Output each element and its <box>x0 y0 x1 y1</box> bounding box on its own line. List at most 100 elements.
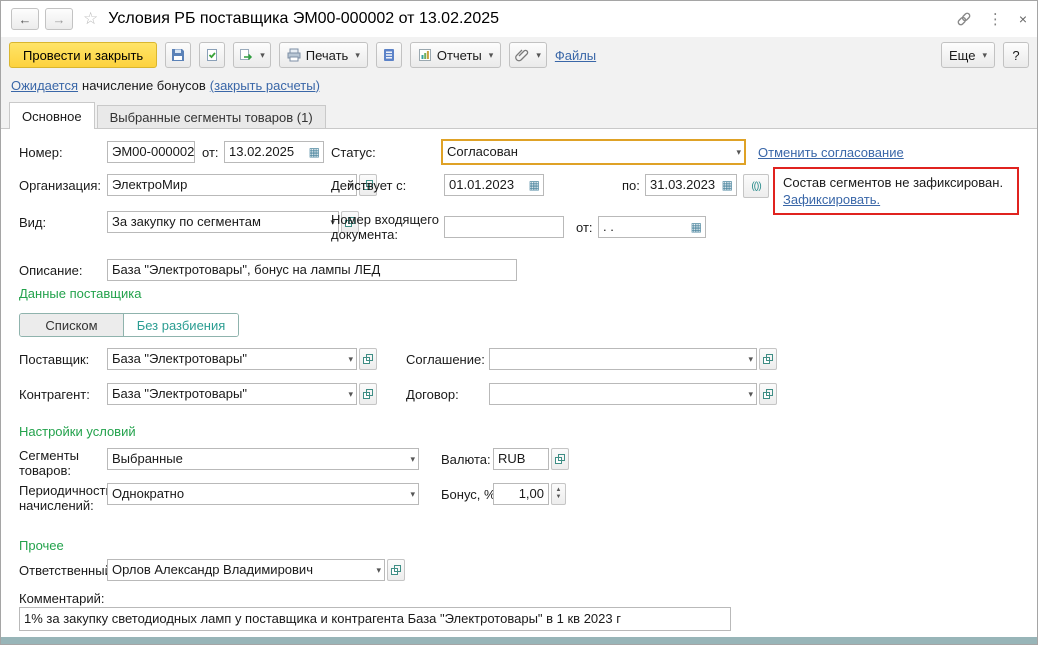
split-mode-toggle: Списком Без разбиения <box>19 313 239 337</box>
calendar-icon[interactable]: ▦ <box>529 175 540 195</box>
cancel-approval-link[interactable]: Отменить согласование <box>758 145 904 160</box>
incoming-number-input[interactable] <box>444 216 564 238</box>
calendar-icon[interactable]: ▦ <box>691 217 702 237</box>
spin-down-icon[interactable]: ▼ <box>556 494 562 501</box>
tab-selected-segments[interactable]: Выбранные сегменты товаров (1) <box>96 105 326 128</box>
post-button[interactable] <box>199 42 226 68</box>
chevron-down-icon[interactable]: ▾ <box>410 449 415 469</box>
favorite-star-icon[interactable]: ☆ <box>83 9 98 29</box>
number-date-label: от: <box>202 145 219 160</box>
open-form-icon <box>391 565 401 575</box>
reports-button[interactable]: Отчеты ▾ <box>409 42 502 68</box>
journal-icon <box>382 48 396 62</box>
files-link[interactable]: Файлы <box>555 48 596 63</box>
status-label: Статус: <box>331 145 376 160</box>
get-link-button[interactable] <box>956 11 972 27</box>
chevron-down-icon[interactable]: ▾ <box>536 50 541 61</box>
currency-open-button[interactable] <box>551 448 569 470</box>
agreement-select[interactable]: ▾ <box>489 348 757 370</box>
print-button[interactable]: Печать ▾ <box>278 42 368 68</box>
valid-from-input[interactable]: 01.01.2023 ▦ <box>444 174 544 196</box>
currency-input[interactable]: RUB <box>493 448 549 470</box>
close-calculations-link[interactable]: (закрыть расчеты) <box>210 78 320 93</box>
contract-select[interactable]: ▾ <box>489 383 757 405</box>
agreement-open-button[interactable] <box>759 348 777 370</box>
fix-segments-link[interactable]: Зафиксировать. <box>783 192 880 207</box>
title-bar: ← → ☆ Условия РБ поставщика ЭМ00-000002 … <box>1 1 1037 37</box>
back-button[interactable]: ← <box>11 8 39 30</box>
status-select[interactable]: Согласован ▾ <box>441 139 746 165</box>
toggle-list-button[interactable]: Списком <box>20 314 124 336</box>
valid-to-label: по: <box>622 178 640 193</box>
window-menu-button[interactable]: ⋮ <box>988 10 1003 28</box>
chevron-down-icon[interactable]: ▾ <box>489 50 494 61</box>
supplier-open-button[interactable] <box>359 348 377 370</box>
help-button[interactable]: ? <box>1003 42 1029 68</box>
printer-icon <box>287 48 301 62</box>
bottom-strip <box>1 637 1037 644</box>
calendar-icon[interactable]: ▦ <box>722 175 733 195</box>
number-input[interactable]: ЭМ00-000002 <box>107 141 195 163</box>
chevron-down-icon[interactable]: ▾ <box>736 141 741 163</box>
section-title-settings: Настройки условий <box>19 424 136 439</box>
counterparty-select[interactable]: База "Электротовары" ▾ <box>107 383 357 405</box>
tab-main[interactable]: Основное <box>9 102 95 129</box>
supplier-select[interactable]: База "Электротовары" ▾ <box>107 348 357 370</box>
chevron-down-icon[interactable]: ▾ <box>748 384 753 404</box>
report-chart-icon <box>418 48 432 62</box>
responsible-open-button[interactable] <box>387 559 405 581</box>
incoming-date-input[interactable]: . . ▦ <box>598 216 706 238</box>
toggle-no-split-button[interactable]: Без разбиения <box>124 314 238 336</box>
contract-label: Договор: <box>406 387 459 402</box>
comment-input[interactable]: 1% за закупку светодиодных ламп у постав… <box>19 607 731 631</box>
chevron-down-icon[interactable]: ▾ <box>410 484 415 504</box>
journal-button[interactable] <box>375 42 402 68</box>
counterparty-value: База "Электротовары" <box>112 386 247 401</box>
valid-to-input[interactable]: 31.03.2023 ▦ <box>645 174 737 196</box>
chevron-down-icon[interactable]: ▾ <box>348 384 353 404</box>
command-bar: Провести и закрыть ▾ Печать ▾ Отчеты ▾ ▾… <box>1 37 1037 73</box>
segments-label: Сегменты товаров: <box>19 448 80 478</box>
tab-bar: Основное Выбранные сегменты товаров (1) <box>1 101 1037 129</box>
chevron-down-icon[interactable]: ▾ <box>355 50 360 61</box>
responsible-select[interactable]: Орлов Александр Владимирович ▾ <box>107 559 385 581</box>
chevron-down-icon[interactable]: ▾ <box>376 560 381 580</box>
date-value: 01.01.2023 <box>449 177 515 192</box>
periodicity-label: Периодичность начислений: <box>19 483 113 513</box>
kind-select[interactable]: За закупку по сегментам ▾ <box>107 211 339 233</box>
chevron-down-icon[interactable]: ▾ <box>348 349 353 369</box>
forward-button[interactable]: → <box>45 8 73 30</box>
description-input[interactable]: База "Электротовары", бонус на лампы ЛЕД <box>107 259 517 281</box>
bonus-input[interactable]: 1,00 <box>493 483 549 505</box>
attachments-button[interactable]: ▾ <box>509 42 547 68</box>
periodicity-select[interactable]: Однократно ▾ <box>107 483 419 505</box>
create-based-on-button[interactable]: ▾ <box>233 42 271 68</box>
contract-open-button[interactable] <box>759 383 777 405</box>
segments-value: Выбранные <box>112 451 183 466</box>
close-button[interactable]: × <box>1019 11 1027 27</box>
segments-select[interactable]: Выбранные ▾ <box>107 448 419 470</box>
chevron-down-icon[interactable]: ▾ <box>260 50 265 61</box>
history-button[interactable]: (()) <box>743 174 769 198</box>
date-value: 13.02.2025 <box>229 144 295 159</box>
calendar-icon[interactable]: ▦ <box>309 142 320 162</box>
more-button[interactable]: Еще ▾ <box>941 42 995 68</box>
pending-bonus-link[interactable]: Ожидается <box>11 78 78 93</box>
chevron-down-icon[interactable]: ▾ <box>748 349 753 369</box>
supplier-value: База "Электротовары" <box>112 351 247 366</box>
section-title-supplier: Данные поставщика <box>19 286 142 301</box>
save-button[interactable] <box>165 42 192 68</box>
counterparty-open-button[interactable] <box>359 383 377 405</box>
number-date-input[interactable]: 13.02.2025 ▦ <box>224 141 324 163</box>
spin-up-icon[interactable]: ▲ <box>556 487 562 494</box>
organization-select[interactable]: ЭлектроМир ▾ <box>107 174 357 196</box>
post-and-close-button[interactable]: Провести и закрыть <box>9 42 158 68</box>
bonus-spinner[interactable]: ▲ ▼ <box>551 483 566 505</box>
chevron-down-icon[interactable]: ▾ <box>982 50 987 61</box>
segments-alert-box: Состав сегментов не зафиксирован. Зафикс… <box>773 167 1019 215</box>
responsible-value: Орлов Александр Владимирович <box>112 562 313 577</box>
counterparty-label: Контрагент: <box>19 387 90 402</box>
date-value: . . <box>603 219 614 234</box>
incoming-date-label: от: <box>576 220 593 235</box>
periodicity-value: Однократно <box>112 486 185 501</box>
